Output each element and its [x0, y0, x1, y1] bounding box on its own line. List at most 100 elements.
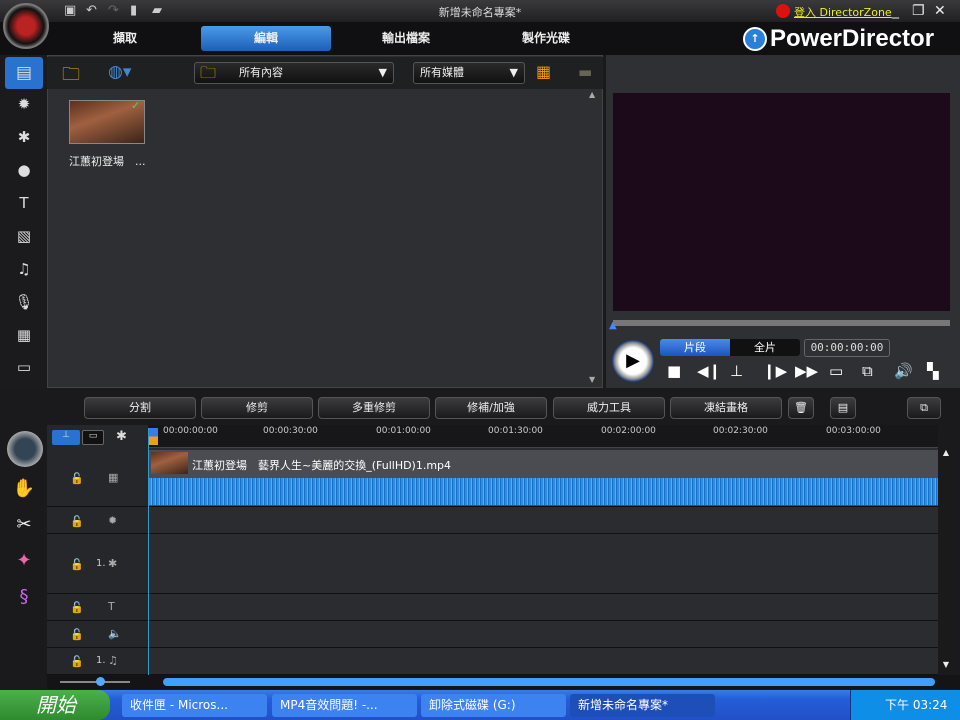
freeze-frame-button[interactable]: 凍結畫格 — [670, 397, 782, 419]
timecode-display[interactable]: 00:00:00:00 — [804, 339, 890, 357]
pip-track-number: 1. — [96, 558, 106, 569]
start-button[interactable]: 開始 — [0, 690, 110, 720]
taskbar-item-outlook[interactable]: 收件匣 - Micros... — [122, 694, 267, 717]
mark-icon[interactable]: ⊥ — [730, 362, 743, 380]
zoom-slider-handle[interactable] — [96, 677, 105, 686]
playhead-handle[interactable] — [148, 428, 158, 445]
voice-track-icon: 🔈 — [108, 627, 122, 640]
tick-label: 00:01:30:00 — [488, 426, 543, 436]
tab-capture[interactable]: 擷取 — [60, 26, 190, 51]
zoom-slider[interactable] — [60, 681, 130, 683]
storyboard-view-button[interactable]: ▭ — [82, 430, 104, 445]
title-track-icon: T — [108, 600, 115, 613]
fast-forward-icon[interactable]: ▶▶ — [795, 362, 818, 380]
tick-label: 00:00:00:00 — [163, 426, 218, 436]
playhead-line — [148, 428, 149, 675]
timeline-vscrollbar[interactable]: ▲ ▼ — [940, 448, 952, 675]
multi-trim-button[interactable]: 多重修剪 — [318, 397, 430, 419]
volume-icon[interactable]: 🔊 — [894, 362, 913, 380]
import-media-icon[interactable]: 🗀 — [62, 62, 80, 92]
audio-waveform — [149, 478, 938, 505]
next-frame-icon[interactable]: ❙▶ — [763, 362, 787, 380]
pip-room-icon[interactable]: ✱ — [10, 128, 38, 150]
library-scrollbar[interactable]: ▲ ▼ — [589, 90, 599, 385]
minimize-button[interactable]: _ — [892, 3, 899, 19]
title-room-icon[interactable]: T — [10, 194, 38, 216]
pip-track — [47, 534, 938, 594]
lock-icon[interactable]: 🔓 — [70, 472, 84, 485]
voice-track — [47, 621, 938, 648]
seek-handle[interactable]: ▲ — [609, 320, 617, 331]
play-button[interactable]: ▶ — [612, 340, 654, 382]
taskbar-item-drive[interactable]: 卸除式磁碟 (G:) — [421, 694, 566, 717]
tick-label: 00:02:30:00 — [713, 426, 768, 436]
media-filter-value: 所有媒體 — [420, 66, 464, 79]
hand-icon[interactable]: ✋ — [10, 478, 38, 506]
undock-icon[interactable]: ⧉ — [862, 362, 873, 380]
lock-icon[interactable]: 🔓 — [70, 515, 84, 528]
clip-label: 江蕙初登場 藝界人生~美麗的交換_(FullHD)1.mp4 — [192, 459, 452, 472]
media-caption: 江蕙初登場 ... — [69, 155, 146, 168]
lock-icon[interactable]: 🔓 — [70, 628, 84, 641]
timeline-view-button[interactable]: ⊥ — [52, 430, 80, 445]
brand-logo: PowerDirector — [770, 25, 935, 52]
lock-icon[interactable]: 🔓 — [70, 558, 84, 571]
display-options-icon[interactable]: ▚ — [927, 362, 939, 380]
magic-tools-button[interactable] — [7, 431, 43, 467]
power-tools-button[interactable]: 威力工具 — [553, 397, 665, 419]
media-filter-dropdown[interactable]: 所有媒體 ▼ — [413, 62, 525, 84]
taskbar-item-powerdirector[interactable]: 新增未命名專案* — [570, 694, 715, 717]
previous-frame-icon[interactable]: ◀❙ — [697, 362, 721, 380]
stop-icon[interactable]: ■ — [667, 362, 681, 380]
voiceover-icon[interactable]: 🎙 — [10, 293, 38, 315]
title-track — [47, 594, 938, 621]
tick-label: 00:02:00:00 — [601, 426, 656, 436]
restore-button[interactable]: ❐ — [912, 3, 925, 19]
lock-icon[interactable]: 🔓 — [70, 601, 84, 614]
download-media-icon[interactable]: ◍▾ — [108, 62, 131, 82]
particle-room-icon[interactable]: ● — [10, 161, 38, 183]
effect-room-icon[interactable]: ✹ — [10, 95, 38, 117]
audio-mixing-icon[interactable]: ♫ — [10, 260, 38, 282]
pip-track-icon: ✱ — [108, 557, 118, 570]
add-track-icon[interactable]: ✱ — [116, 429, 127, 444]
split-button[interactable]: 分割 — [84, 397, 196, 419]
chapter-room-icon[interactable]: ▦ — [10, 326, 38, 348]
folder-settings-icon: 🗀 — [200, 63, 217, 82]
app-logo[interactable] — [3, 3, 49, 49]
tick-label: 00:03:00:00 — [826, 426, 881, 436]
storyboard-icon[interactable]: ▬ — [578, 63, 592, 81]
delete-icon[interactable]: 🗑 — [788, 397, 814, 419]
magic-fix-icon[interactable]: ✦ — [10, 550, 38, 578]
magic-motion-icon[interactable]: § — [10, 586, 38, 614]
tick-label: 00:01:00:00 — [376, 426, 431, 436]
hscroll-thumb[interactable] — [163, 678, 935, 686]
tab-edit[interactable]: 編輯 — [201, 26, 331, 51]
fit-timeline-icon[interactable]: ⧉ — [907, 397, 941, 419]
taskbar-item-opera[interactable]: MP4音效問題! -... — [272, 694, 417, 717]
magic-cut-icon[interactable]: ✂ — [10, 514, 38, 542]
clock[interactable]: 下午 03:24 — [885, 698, 947, 712]
sort-icon[interactable]: ▦ — [536, 62, 551, 81]
login-link[interactable]: 登入 DirectorZone — [794, 4, 892, 20]
trim-button[interactable]: 修剪 — [201, 397, 313, 419]
clip-properties-icon[interactable]: ▤ — [830, 397, 856, 419]
music-track — [47, 648, 938, 675]
clip-mode-button[interactable]: 片段 — [660, 339, 730, 356]
tab-create-disc[interactable]: 製作光碟 — [481, 26, 611, 51]
media-room-button[interactable]: ▤ — [5, 57, 43, 89]
preview-screen — [613, 93, 950, 311]
close-button[interactable]: ✕ — [934, 3, 946, 19]
lock-icon[interactable]: 🔓 — [70, 655, 84, 668]
checkmark-icon: ✓ — [131, 99, 141, 112]
seek-bar[interactable] — [613, 320, 950, 326]
tab-produce[interactable]: 輸出檔案 — [341, 26, 471, 51]
folder-filter-dropdown[interactable]: 所有內容 ▼ — [194, 62, 394, 84]
movie-mode-button[interactable]: 全片 — [730, 339, 800, 356]
subtitle-room-icon[interactable]: ▭ — [10, 358, 38, 380]
fix-enhance-button[interactable]: 修補/加強 — [435, 397, 547, 419]
transition-room-icon[interactable]: ▧ — [10, 227, 38, 249]
directorzone-icon — [776, 4, 790, 18]
upgrade-icon[interactable]: ↑ — [743, 27, 767, 51]
fullscreen-icon[interactable]: ▭ — [829, 362, 843, 380]
